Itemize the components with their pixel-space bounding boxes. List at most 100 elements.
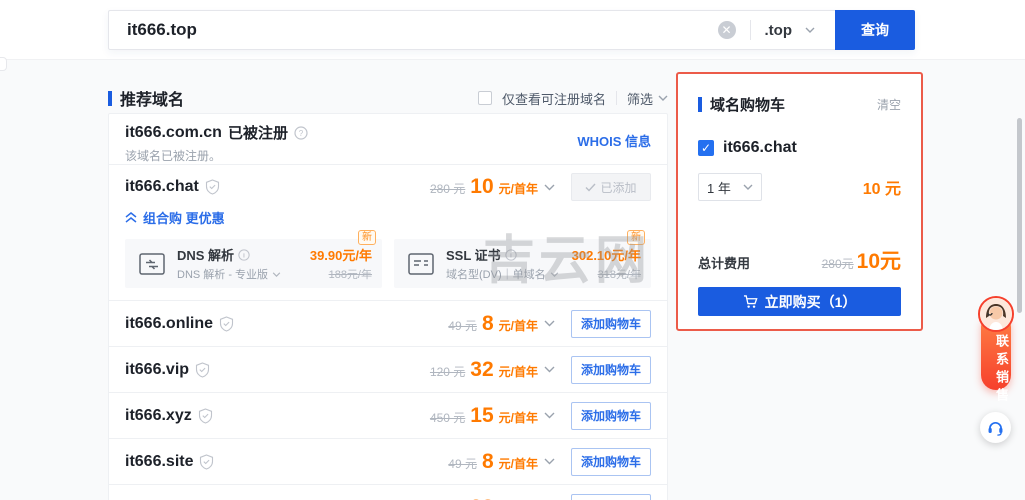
domain-row: it666.online 49 元 8 元/首年 添加购物车 (109, 300, 667, 346)
ssl-title: SSL 证书 (446, 248, 501, 263)
ssl-upsell-card[interactable]: 新 SSL 证书 i 域名型(DV)｜单域名 302.10元/年 318元/年 (394, 230, 651, 288)
domain-name: it666.xyz (125, 406, 192, 424)
cart-title: 域名购物车 (710, 97, 786, 114)
info-icon[interactable]: i (505, 248, 517, 261)
original-price: 280 元 (429, 182, 466, 196)
filter-label: 筛选 (626, 91, 653, 107)
page: ✕ .top 查询 推荐域名 仅查看可注册域名 筛选 (0, 0, 1025, 500)
domain-name: it666.site (125, 452, 194, 470)
price-group: 280 元 10 元/首年 (430, 175, 538, 199)
add-to-cart-button[interactable]: 添加购物车 (571, 447, 651, 476)
top-search-band: ✕ .top 查询 (0, 0, 1025, 60)
double-chevron-up-icon (125, 212, 137, 223)
price-unit: 元/首年 (498, 410, 538, 425)
info-icon: ? (294, 125, 308, 140)
domain-name: it666.vip (125, 360, 190, 378)
current-price: 8 (481, 449, 494, 473)
tld-label: .top (764, 21, 793, 39)
svg-text:i: i (510, 252, 512, 259)
ssl-plan-select[interactable]: 域名型(DV)｜单域名 (446, 266, 559, 282)
current-price: 15 (470, 403, 494, 427)
clear-icon[interactable]: ✕ (717, 21, 736, 39)
filter-dropdown[interactable]: 筛选 (627, 89, 668, 108)
registered-desc: 该域名已被注册。 (125, 149, 222, 163)
domain-row: it666.中国 i 320 元38元/首年 添加购物车 (109, 484, 667, 500)
cart-item-price: 10 元 (862, 181, 901, 198)
term-select[interactable]: 1 年 (698, 173, 762, 201)
total-label: 总计费用 (698, 256, 751, 271)
search-button[interactable]: 查询 (835, 10, 915, 50)
combo-toggle[interactable]: 组合购 更优惠 (125, 208, 651, 227)
title-accent-bar (108, 90, 112, 106)
dns-original-price: 188元/年 (328, 269, 372, 281)
original-price: 120 元 (429, 364, 466, 379)
whois-link[interactable]: WHOIS 信息 (577, 131, 651, 150)
svg-text:?: ? (299, 129, 304, 138)
search-input[interactable] (109, 20, 718, 40)
current-price: 8 (481, 311, 494, 335)
chevron-down-icon (272, 271, 281, 277)
support-agent-avatar[interactable] (978, 296, 1014, 332)
cart-clear-link[interactable]: 清空 (877, 96, 901, 113)
chevron-down-icon (550, 271, 558, 277)
divider (749, 20, 751, 40)
cart-item-checkbox[interactable]: ✓ (698, 140, 714, 156)
chevron-down-icon (805, 27, 815, 33)
add-to-cart-button[interactable]: 添加购物车 (571, 309, 651, 338)
dns-price: 39.90元/年 (309, 248, 372, 263)
add-to-cart-button[interactable]: 添加购物车 (571, 493, 651, 500)
shield-check-icon (205, 179, 220, 195)
chevron-down-icon[interactable] (544, 366, 555, 373)
price-unit: 元/首年 (498, 182, 538, 196)
recommend-header: 推荐域名 仅查看可注册域名 筛选 (108, 86, 668, 110)
price-unit: 元/首年 (498, 456, 538, 471)
ssl-icon (406, 251, 436, 277)
chevron-down-icon[interactable] (544, 320, 555, 327)
title-accent-bar (698, 97, 702, 112)
tld-select[interactable]: .top (765, 22, 836, 39)
domain-row-chat: it666.chat 280 元 10 元/首年 已添加 组合购 更优惠 新 D… (109, 164, 667, 300)
chevron-down-icon[interactable] (544, 184, 555, 191)
domain-name: it666.online (125, 314, 214, 332)
buy-now-button[interactable]: 立即购买（1） (698, 287, 901, 316)
domain-name: it666.中国 (125, 496, 198, 500)
price-unit: 元/首年 (498, 318, 538, 333)
price-unit: 元/首年 (498, 364, 538, 379)
current-price: 38 (470, 496, 493, 500)
results-card: it666.com.cn 已被注册 ? 该域名已被注册。 WHOIS 信息 it… (108, 113, 668, 500)
shield-check-icon (195, 361, 210, 378)
total-original: 280元 (821, 257, 854, 271)
chevron-down-icon (743, 184, 753, 190)
add-to-cart-button[interactable]: 添加购物车 (571, 401, 651, 430)
shield-check-icon (199, 453, 214, 470)
support-headset-button[interactable] (980, 412, 1011, 443)
shield-check-icon (219, 315, 234, 332)
scrollbar[interactable] (1017, 118, 1022, 313)
domain-row: it666.vip 120 元 32 元/首年 添加购物车 (109, 346, 667, 392)
only-available-checkbox[interactable] (477, 91, 492, 105)
only-available-label[interactable]: 仅查看可注册域名 (502, 89, 606, 108)
dns-icon (137, 251, 167, 277)
dns-plan-select[interactable]: DNS 解析 - 专业版 (177, 266, 281, 282)
sidebar-collapse-handle[interactable] (0, 57, 7, 71)
domain-cart-panel: 域名购物车 清空 ✓ it666.chat 1 年 10 元 总计费用 280元… (676, 72, 923, 331)
added-button: 已添加 (571, 173, 651, 201)
chevron-down-icon[interactable] (544, 412, 555, 419)
info-icon[interactable]: i (238, 248, 250, 261)
registered-status: 已被注册 (227, 125, 288, 142)
domain-name: it666.chat (125, 178, 199, 195)
chevron-down-icon[interactable] (544, 458, 555, 465)
dns-title: DNS 解析 (177, 248, 235, 263)
dns-upsell-card[interactable]: 新 DNS 解析 i DNS 解析 - 专业版 39.90元/年 188元/年 (125, 230, 382, 288)
registered-domain-row: it666.com.cn 已被注册 ? 该域名已被注册。 WHOIS 信息 (109, 114, 667, 164)
svg-text:i: i (243, 252, 245, 259)
ssl-original-price: 318元/年 (597, 269, 641, 281)
add-to-cart-button[interactable]: 添加购物车 (571, 355, 651, 384)
combo-label: 组合购 更优惠 (143, 211, 225, 226)
domain-name: it666.com.cn (125, 123, 222, 141)
divider (615, 91, 617, 105)
chevron-down-icon (658, 95, 668, 101)
original-price: 450 元 (429, 410, 466, 425)
original-price: 49 元 (448, 456, 477, 471)
domain-row: it666.xyz 450 元 15 元/首年 添加购物车 (109, 392, 667, 438)
